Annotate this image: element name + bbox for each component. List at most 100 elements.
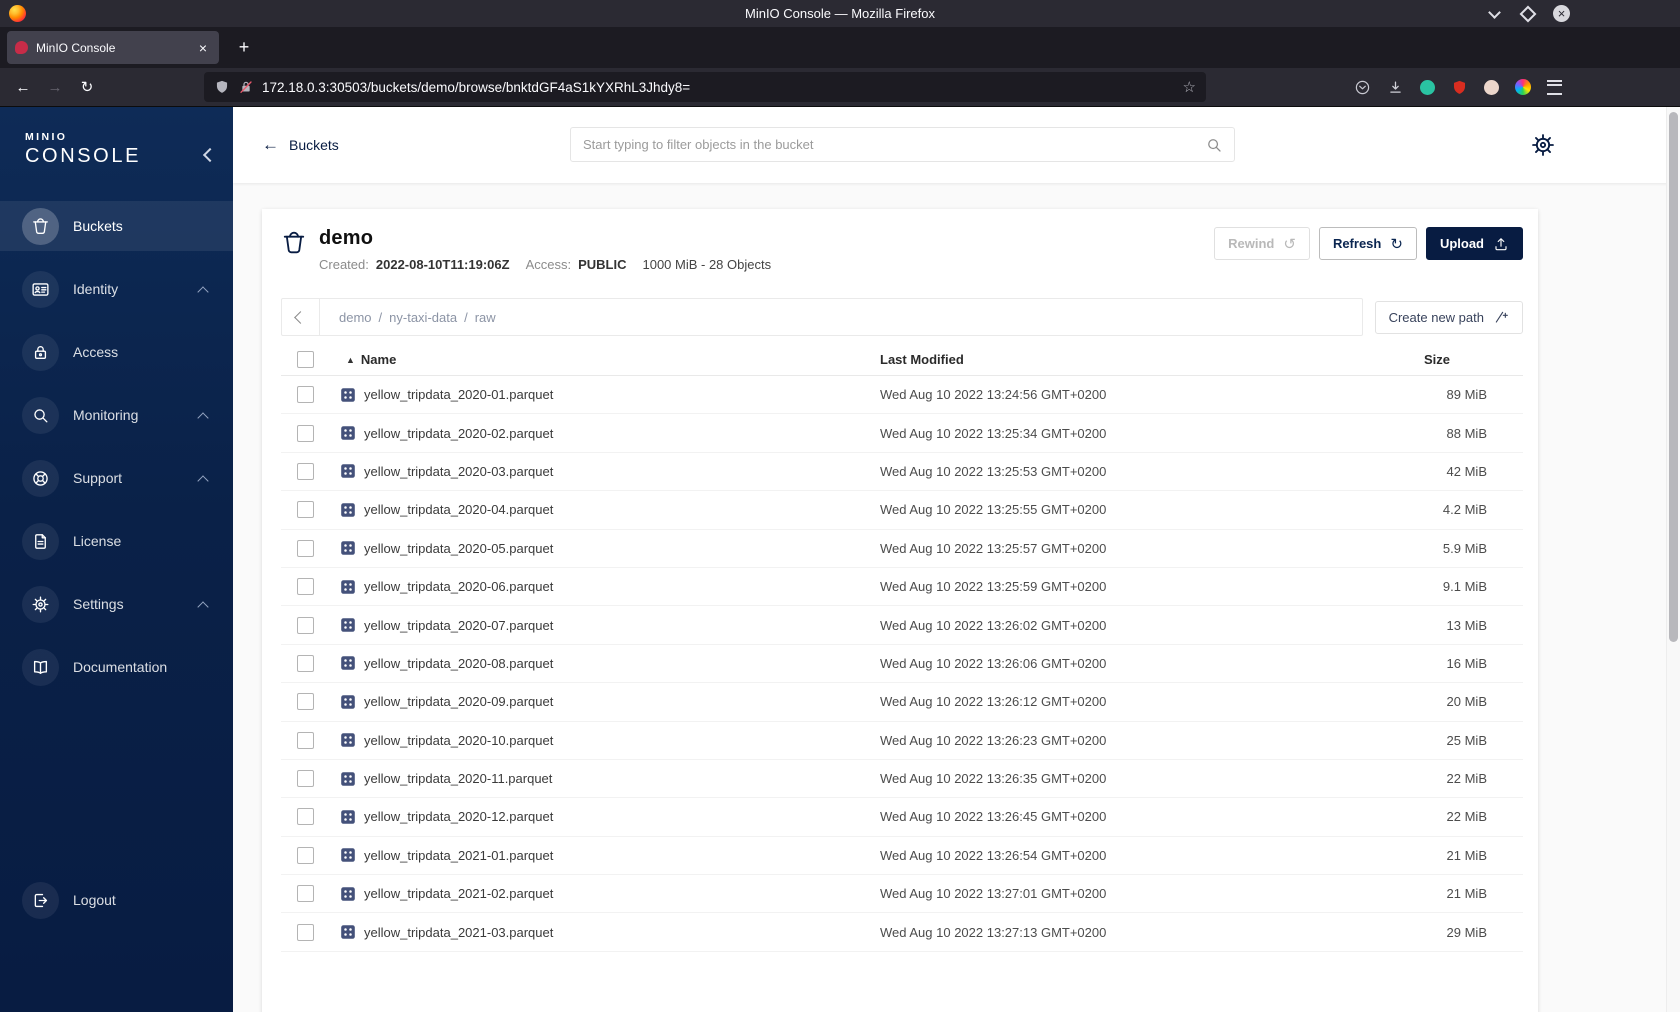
table-row[interactable]: yellow_tripdata_2020-08.parquet Wed Aug … <box>281 645 1523 684</box>
object-name[interactable]: yellow_tripdata_2020-09.parquet <box>364 694 553 709</box>
row-checkbox[interactable] <box>297 731 314 749</box>
object-name[interactable]: yellow_tripdata_2021-02.parquet <box>364 886 553 901</box>
row-checkbox[interactable] <box>297 539 314 557</box>
object-name[interactable]: yellow_tripdata_2020-08.parquet <box>364 656 553 671</box>
object-name[interactable]: yellow_tripdata_2020-07.parquet <box>364 618 553 633</box>
object-name[interactable]: yellow_tripdata_2020-10.parquet <box>364 733 553 748</box>
row-checkbox[interactable] <box>297 578 314 596</box>
row-checkbox[interactable] <box>297 654 314 672</box>
extension-pinwheel-icon[interactable] <box>1515 79 1531 95</box>
filter-input[interactable] <box>571 137 1205 152</box>
row-checkbox[interactable] <box>297 808 314 826</box>
chevron-up-icon[interactable] <box>197 283 209 299</box>
column-header-modified[interactable]: Last Modified <box>880 352 1424 367</box>
object-name[interactable]: yellow_tripdata_2020-01.parquet <box>364 387 553 402</box>
table-row[interactable]: yellow_tripdata_2020-11.parquet Wed Aug … <box>281 760 1523 799</box>
table-row[interactable]: yellow_tripdata_2020-04.parquet Wed Aug … <box>281 491 1523 530</box>
object-name[interactable]: yellow_tripdata_2020-04.parquet <box>364 502 553 517</box>
sidebar-item-license[interactable]: License <box>0 516 233 566</box>
sidebar-item-monitoring[interactable]: Monitoring <box>0 390 233 440</box>
column-header-size[interactable]: Size <box>1424 352 1523 367</box>
sidebar-item-logout[interactable]: Logout <box>0 875 233 925</box>
table-row[interactable]: yellow_tripdata_2020-06.parquet Wed Aug … <box>281 568 1523 607</box>
refresh-button[interactable]: Refresh ↻ <box>1318 227 1417 260</box>
table-row[interactable]: yellow_tripdata_2020-03.parquet Wed Aug … <box>281 453 1523 492</box>
row-checkbox[interactable] <box>297 770 314 788</box>
row-checkbox[interactable] <box>297 616 314 634</box>
table-row[interactable]: yellow_tripdata_2020-10.parquet Wed Aug … <box>281 722 1523 760</box>
menu-hamburger-icon[interactable] <box>1547 79 1562 95</box>
window-close-button[interactable]: × <box>1553 5 1570 22</box>
row-checkbox[interactable] <box>297 693 314 711</box>
extension-green-icon[interactable] <box>1420 79 1435 95</box>
breadcrumb-segment[interactable]: demo <box>339 310 372 325</box>
new-tab-button[interactable]: + <box>231 37 257 58</box>
select-all-checkbox[interactable] <box>297 351 314 368</box>
object-name[interactable]: yellow_tripdata_2020-02.parquet <box>364 426 553 441</box>
sort-asc-icon[interactable]: ▲ <box>346 355 355 365</box>
sidebar-collapse-button[interactable] <box>202 147 218 165</box>
column-header-name[interactable]: Name <box>361 352 396 367</box>
object-name[interactable]: yellow_tripdata_2020-05.parquet <box>364 541 553 556</box>
tab-close-icon[interactable]: × <box>195 40 211 56</box>
downloads-icon[interactable] <box>1387 79 1404 96</box>
sidebar-item-access[interactable]: Access <box>0 327 233 377</box>
table-row[interactable]: yellow_tripdata_2020-02.parquet Wed Aug … <box>281 414 1523 453</box>
browser-tab-minio-console[interactable]: MinIO Console × <box>7 31 219 64</box>
sidebar-item-settings[interactable]: Settings <box>0 579 233 629</box>
row-checkbox[interactable] <box>297 885 314 903</box>
back-to-buckets-link[interactable]: ← Buckets <box>262 135 339 155</box>
forward-button[interactable]: → <box>40 73 70 101</box>
sidebar-item-icon <box>22 396 59 434</box>
chevron-up-icon[interactable] <box>197 598 209 614</box>
table-row[interactable]: yellow_tripdata_2020-07.parquet Wed Aug … <box>281 606 1523 645</box>
connection-security-icon[interactable] <box>238 79 254 95</box>
upload-button[interactable]: Upload <box>1425 227 1523 260</box>
table-row[interactable]: yellow_tripdata_2020-12.parquet Wed Aug … <box>281 798 1523 837</box>
sidebar-item-documentation[interactable]: Documentation <box>0 642 233 692</box>
extension-pale-icon[interactable] <box>1484 79 1499 95</box>
tracking-protection-icon[interactable] <box>214 79 230 95</box>
row-checkbox[interactable] <box>297 424 314 442</box>
rewind-button[interactable]: Rewind ↺ <box>1214 227 1310 260</box>
row-checkbox[interactable] <box>297 386 314 404</box>
object-name[interactable]: yellow_tripdata_2021-03.parquet <box>364 925 553 940</box>
sidebar-item-identity[interactable]: Identity <box>0 264 233 314</box>
row-checkbox[interactable] <box>297 846 314 864</box>
object-name[interactable]: yellow_tripdata_2020-03.parquet <box>364 464 553 479</box>
reload-button[interactable]: ↻ <box>72 73 102 101</box>
chevron-up-icon[interactable] <box>197 472 209 488</box>
table-row[interactable]: yellow_tripdata_2020-05.parquet Wed Aug … <box>281 530 1523 568</box>
object-name[interactable]: yellow_tripdata_2021-01.parquet <box>364 848 553 863</box>
access-value[interactable]: PUBLIC <box>578 257 626 272</box>
create-new-path-button[interactable]: Create new path <box>1374 300 1523 334</box>
chevron-up-icon[interactable] <box>197 409 209 425</box>
pocket-icon[interactable] <box>1354 79 1371 96</box>
table-row[interactable]: yellow_tripdata_2020-01.parquet Wed Aug … <box>281 376 1523 415</box>
table-row[interactable]: yellow_tripdata_2020-09.parquet Wed Aug … <box>281 683 1523 722</box>
url-bar[interactable]: 172.18.0.3:30503/buckets/demo/browse/bnk… <box>204 72 1206 102</box>
object-name[interactable]: yellow_tripdata_2020-12.parquet <box>364 809 553 824</box>
window-maximize-button[interactable] <box>1519 5 1537 23</box>
row-checkbox[interactable] <box>297 923 314 941</box>
path-back-button[interactable] <box>282 299 320 335</box>
sidebar-item-buckets[interactable]: Buckets <box>0 201 233 251</box>
bookmark-star-icon[interactable]: ☆ <box>1183 78 1196 96</box>
scrollbar[interactable] <box>1666 107 1680 1012</box>
ublock-shield-icon[interactable] <box>1451 79 1468 96</box>
scrollbar-thumb[interactable] <box>1669 112 1678 642</box>
object-name[interactable]: yellow_tripdata_2020-11.parquet <box>364 771 552 786</box>
breadcrumb-segment[interactable]: raw <box>457 310 496 325</box>
settings-gear-icon[interactable] <box>1530 132 1556 158</box>
table-row[interactable]: yellow_tripdata_2021-02.parquet Wed Aug … <box>281 875 1523 914</box>
back-button[interactable]: ← <box>8 73 38 101</box>
window-minimize-button[interactable] <box>1485 5 1503 23</box>
row-checkbox[interactable] <box>297 462 314 480</box>
table-row[interactable]: yellow_tripdata_2021-03.parquet Wed Aug … <box>281 913 1523 952</box>
url-text[interactable]: 172.18.0.3:30503/buckets/demo/browse/bnk… <box>262 80 690 95</box>
breadcrumb-segment[interactable]: ny-taxi-data <box>372 310 457 325</box>
table-row[interactable]: yellow_tripdata_2021-01.parquet Wed Aug … <box>281 837 1523 876</box>
row-checkbox[interactable] <box>297 501 314 519</box>
sidebar-item-support[interactable]: Support <box>0 453 233 503</box>
object-name[interactable]: yellow_tripdata_2020-06.parquet <box>364 579 553 594</box>
